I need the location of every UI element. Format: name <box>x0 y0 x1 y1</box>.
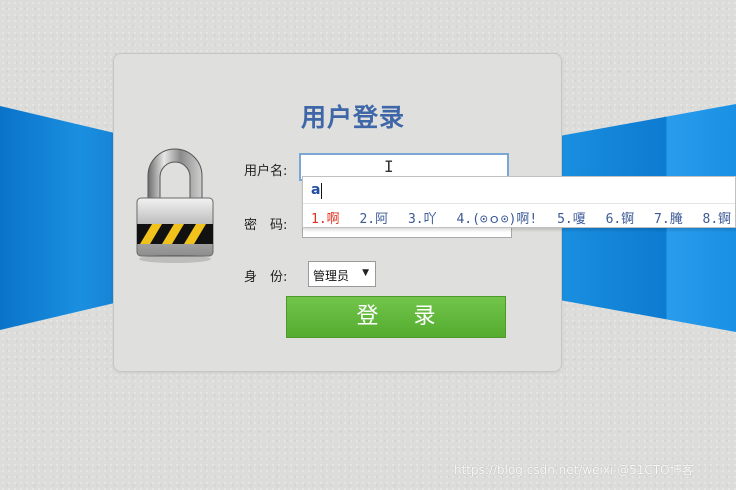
text-cursor-icon: I <box>384 157 394 176</box>
ime-caret <box>321 183 322 199</box>
ime-candidate[interactable]: 2.阿 <box>359 212 388 227</box>
role-select[interactable]: 管理员 ▼ <box>308 261 376 287</box>
padlock-icon <box>136 148 214 263</box>
page-title: 用户登录 <box>301 103 406 132</box>
ime-candidate[interactable]: 5.嗄 <box>557 212 586 227</box>
decor-ribbon-left <box>0 106 114 330</box>
ime-composition: a <box>311 182 321 198</box>
password-label: 密 码: <box>244 218 288 233</box>
ime-divider <box>303 203 735 204</box>
ime-candidate[interactable]: 7.腌 <box>654 212 683 227</box>
ime-candidate[interactable]: 6.锕 <box>606 212 635 227</box>
ime-candidate[interactable]: 3.吖 <box>408 212 437 227</box>
ime-candidate-window: a 1.啊 2.阿 3.吖 4.(⊙ｏ⊙)啊! 5.嗄 6.锕 7.腌 8.锕 <box>302 176 736 228</box>
login-button[interactable]: 登 录 <box>286 296 506 338</box>
ime-candidate[interactable]: 8.锕 <box>703 212 732 227</box>
watermark: https://blog.csdn.net/weixi @51CTO博客 <box>454 463 694 477</box>
ime-candidate[interactable]: 4.(⊙ｏ⊙)啊! <box>456 212 537 227</box>
ime-candidates: 1.啊 2.阿 3.吖 4.(⊙ｏ⊙)啊! 5.嗄 6.锕 7.腌 8.锕 <box>311 208 736 227</box>
ime-candidate[interactable]: 1.啊 <box>311 212 340 227</box>
triangle-down-icon: ▼ <box>362 268 369 278</box>
username-label: 用户名: <box>244 164 288 179</box>
role-selected-value: 管理员 <box>313 269 350 283</box>
role-label: 身 份: <box>244 270 288 285</box>
